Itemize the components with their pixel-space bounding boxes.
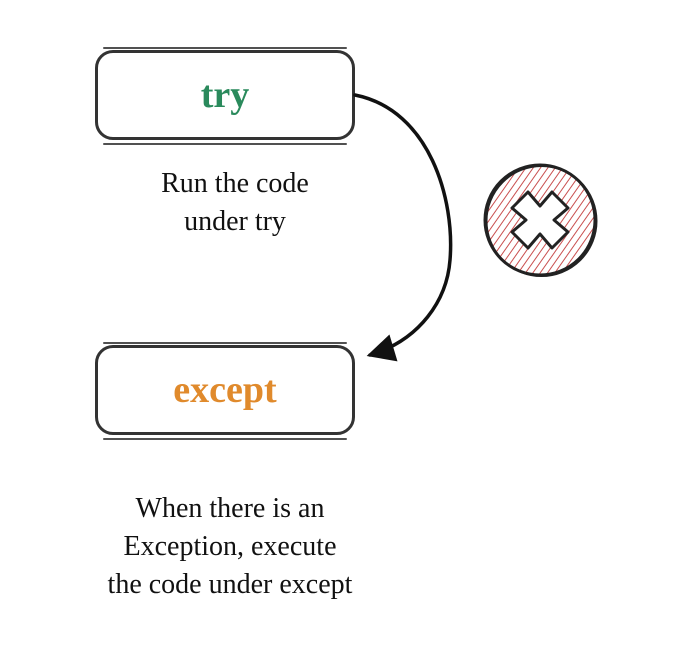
except-caption: When there is an Exception, execute the … (40, 490, 420, 603)
sketch-stroke (103, 143, 347, 145)
cross-icon (485, 165, 597, 276)
caption-line: Exception, execute (123, 531, 336, 562)
except-label: except (173, 368, 276, 412)
caption-line: Run the code (161, 168, 309, 199)
sketch-stroke (103, 47, 347, 49)
sketch-stroke (103, 438, 347, 440)
sketch-stroke (103, 342, 347, 344)
caption-line: the code under except (108, 569, 353, 600)
caption-line: When there is an (136, 493, 325, 524)
try-box: try (95, 50, 355, 140)
except-box: except (95, 345, 355, 435)
try-label: try (201, 73, 250, 117)
try-caption: Run the code under try (100, 165, 370, 241)
caption-line: under try (184, 206, 286, 237)
